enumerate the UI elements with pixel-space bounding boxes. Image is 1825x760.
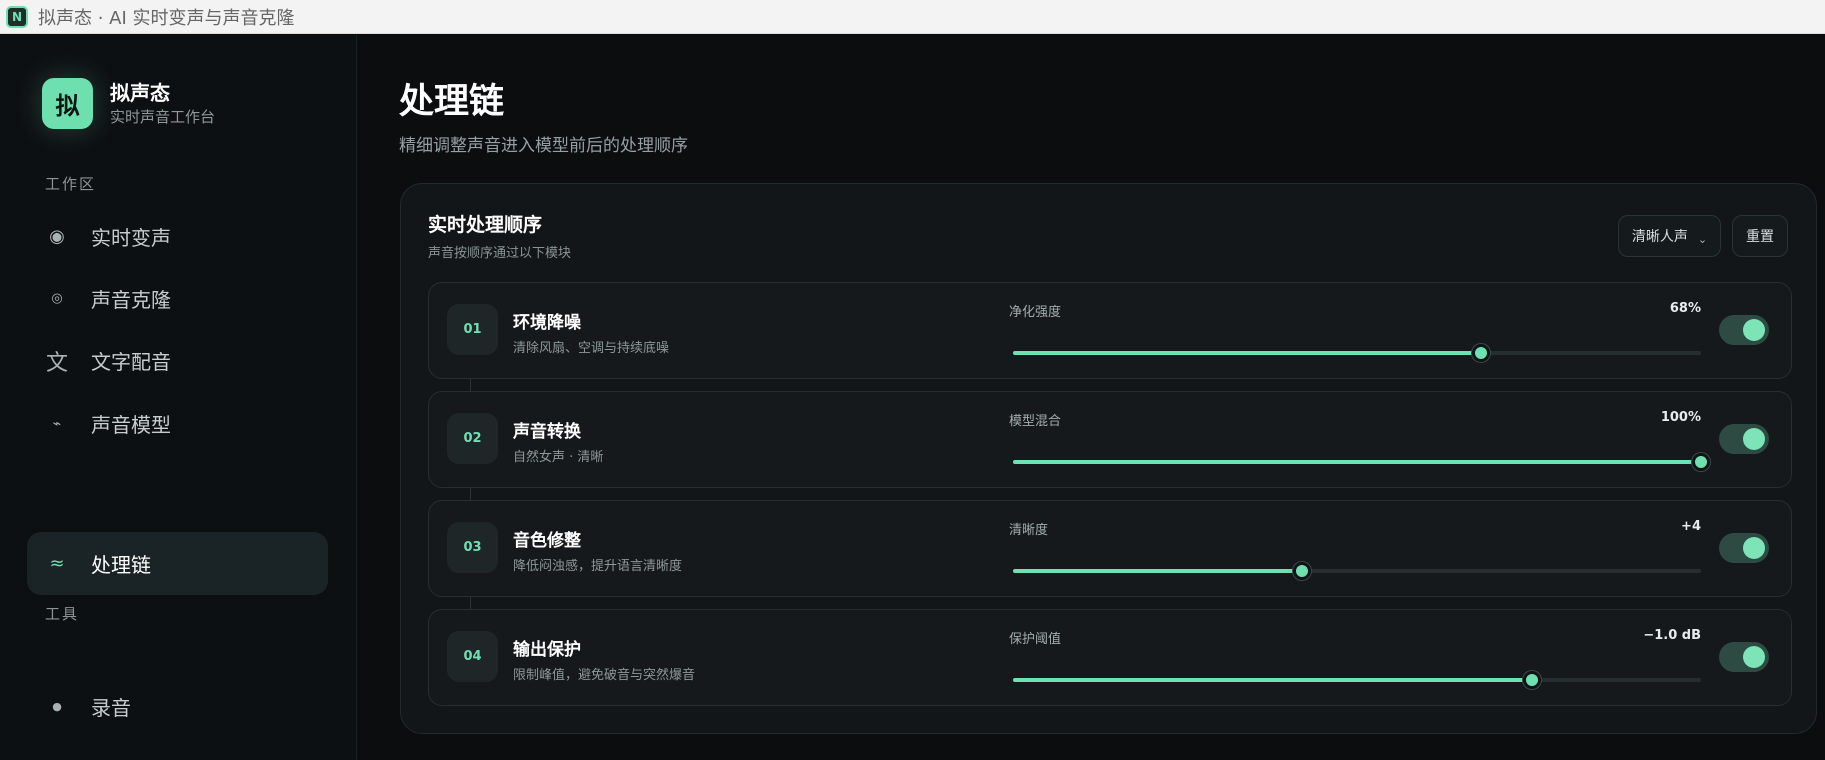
slider-thumb[interactable]: [1523, 671, 1542, 689]
module-enable-toggle[interactable]: [1719, 533, 1769, 563]
param-label: 模型混合: [1009, 414, 1062, 429]
processing-order-card: 实时处理顺序 声音按顺序通过以下模块 清晰人声 ⌄ 重置 01 环境降噪 清除风…: [400, 183, 1817, 734]
app-logo-icon: N: [6, 5, 28, 28]
record-dot-icon: ●: [52, 700, 62, 713]
radio-button-icon: ◉: [49, 226, 65, 247]
sidebar-item-label: 文字配音: [91, 350, 171, 374]
text-icon: 文: [45, 350, 68, 376]
sidebar-item-recording[interactable]: ● 录音: [27, 675, 328, 738]
module-enable-toggle[interactable]: [1719, 315, 1769, 345]
main-content: 处理链 精细调整声音进入模型前后的处理顺序 实时处理顺序 声音按顺序通过以下模块…: [357, 35, 1825, 760]
module-name: 声音转换: [513, 422, 581, 442]
sidebar-item-realtime-voice[interactable]: ◉ 实时变声: [27, 205, 328, 268]
param-value: 100%: [1660, 410, 1701, 425]
module-row-timbre-shaping: 03 音色修整 降低闷浊感，提升语言清晰度 清晰度 +4: [428, 500, 1792, 597]
card-title: 实时处理顺序: [428, 214, 543, 236]
module-description: 限制峰值，避免破音与突然爆音: [513, 668, 696, 683]
brand-text: 拟声态 实时声音工作台: [110, 80, 215, 128]
module-name: 音色修整: [513, 531, 581, 551]
module-description: 自然女声 · 清晰: [513, 450, 604, 465]
card-subtitle: 声音按顺序通过以下模块: [428, 246, 572, 261]
brand-name: 拟声态: [110, 80, 170, 105]
param-value: −1.0 dB: [1643, 628, 1701, 643]
chain-connector: [470, 488, 471, 500]
param-slider[interactable]: [1013, 562, 1701, 580]
slider-fill: [1013, 678, 1533, 682]
chain-connector: [470, 597, 471, 609]
slider-thumb[interactable]: [1292, 562, 1311, 580]
module-enable-toggle[interactable]: [1719, 424, 1769, 454]
sidebar-item-label: 声音模型: [91, 413, 171, 437]
toggle-knob: [1743, 428, 1765, 450]
module-number-badge: 01: [447, 304, 498, 355]
brand-logo-icon: 拟: [42, 78, 93, 129]
param-label: 保护阈值: [1009, 632, 1062, 647]
sidebar-item-text-dubbing[interactable]: 文 文字配音: [27, 329, 328, 392]
param-slider[interactable]: [1013, 344, 1701, 362]
module-row-voice-conversion: 02 声音转换 自然女声 · 清晰 模型混合 100%: [428, 391, 1792, 488]
sidebar-item-label: 处理链: [91, 553, 151, 577]
slider-fill: [1013, 351, 1481, 355]
waveform-icon: ⌁: [52, 415, 62, 432]
slider-thumb[interactable]: [1692, 453, 1710, 471]
sidebar-item-processing-chain[interactable]: ≈ 处理链: [27, 532, 328, 595]
module-number-badge: 04: [447, 631, 498, 682]
page-title: 处理链: [399, 82, 505, 122]
window-title: 拟声态 · AI 实时变声与声音克隆: [38, 7, 295, 29]
preset-dropdown[interactable]: 清晰人声 ⌄: [1618, 215, 1721, 257]
section-label-tools: 工具: [45, 605, 80, 623]
module-number-badge: 03: [447, 522, 498, 573]
sidebar: 拟 拟声态 实时声音工作台 工作区 ◉ 实时变声 ◎ 声音克隆 文 文字配音 ⌁…: [0, 35, 357, 760]
brand: 拟 拟声态 实时声音工作台: [42, 78, 215, 129]
module-number-badge: 02: [447, 413, 498, 464]
module-row-output-protection: 04 输出保护 限制峰值，避免破音与突然爆音 保护阈值 −1.0 dB: [428, 609, 1792, 706]
toggle-knob: [1743, 537, 1765, 559]
param-value: 68%: [1669, 301, 1701, 316]
module-name: 环境降噪: [513, 313, 581, 333]
wave-chain-icon: ≈: [49, 553, 65, 574]
brand-subtitle: 实时声音工作台: [110, 107, 216, 126]
page-subtitle: 精细调整声音进入模型前后的处理顺序: [399, 136, 688, 156]
sidebar-item-label: 声音克隆: [91, 288, 171, 312]
chevron-down-icon: ⌄: [1697, 232, 1708, 246]
slider-fill: [1013, 460, 1701, 464]
section-label-workspace: 工作区: [45, 175, 97, 193]
module-name: 输出保护: [513, 640, 581, 660]
sidebar-item-label: 实时变声: [91, 226, 171, 250]
sidebar-item-voice-models[interactable]: ⌁ 声音模型: [27, 392, 328, 455]
target-icon: ◎: [51, 291, 63, 306]
module-description: 清除风扇、空调与持续底噪: [513, 341, 670, 356]
toggle-knob: [1743, 646, 1765, 668]
param-value: +4: [1681, 519, 1701, 534]
param-slider[interactable]: [1013, 453, 1710, 471]
slider-thumb[interactable]: [1471, 344, 1490, 362]
preset-dropdown-label: 清晰人声: [1631, 229, 1688, 245]
sidebar-item-voice-clone[interactable]: ◎ 声音克隆: [27, 267, 328, 330]
reset-button[interactable]: 重置: [1732, 215, 1788, 257]
slider-fill: [1013, 569, 1302, 573]
module-row-noise-reduction: 01 环境降噪 清除风扇、空调与持续底噪 净化强度 68%: [428, 282, 1792, 379]
module-description: 降低闷浊感，提升语言清晰度: [513, 559, 683, 574]
sidebar-item-label: 录音: [91, 696, 131, 720]
module-enable-toggle[interactable]: [1719, 642, 1769, 672]
window-titlebar: N 拟声态 · AI 实时变声与声音克隆: [0, 0, 1825, 34]
param-label: 净化强度: [1009, 305, 1062, 320]
toggle-knob: [1743, 319, 1765, 341]
param-label: 清晰度: [1009, 523, 1049, 538]
chain-connector: [470, 379, 471, 391]
param-slider[interactable]: [1013, 671, 1701, 689]
